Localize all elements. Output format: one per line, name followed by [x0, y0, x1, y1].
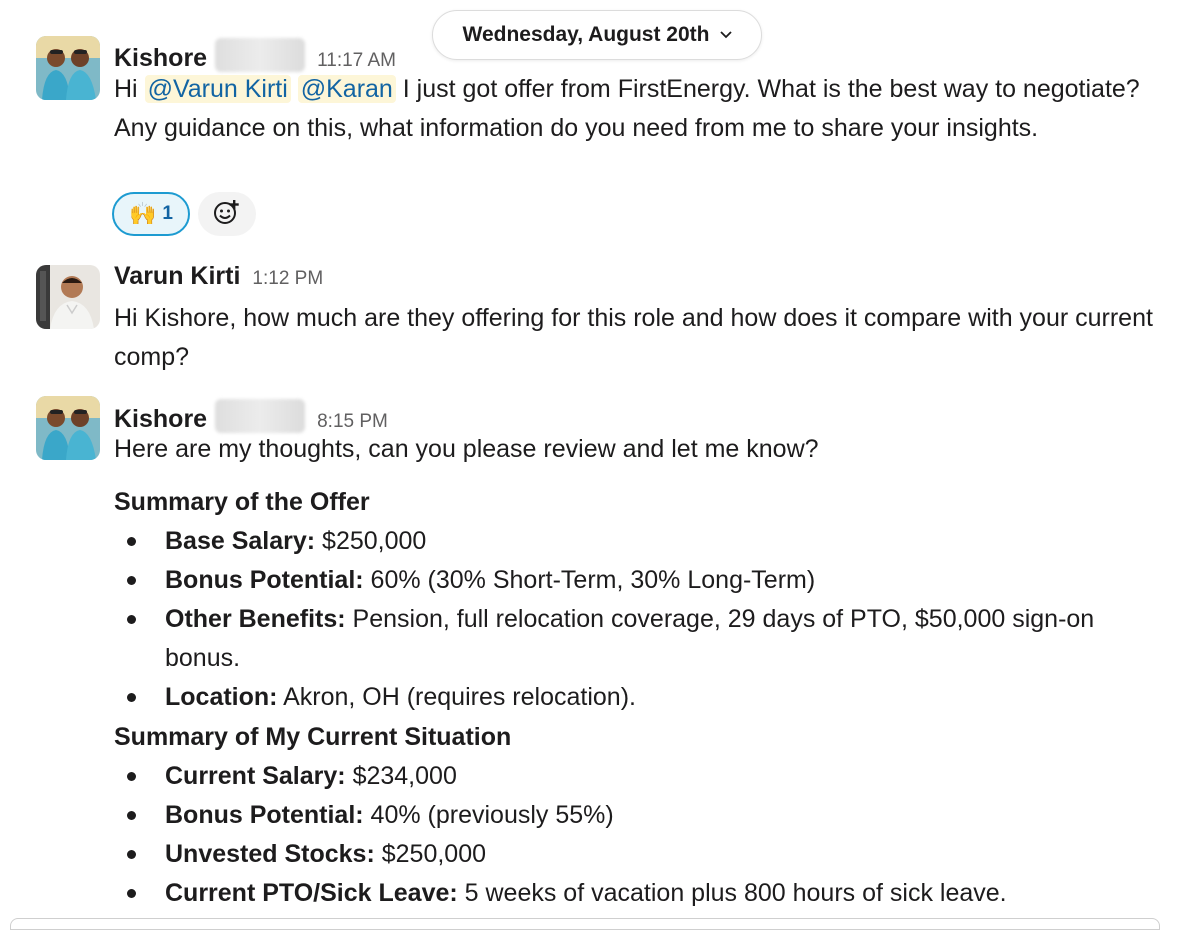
item-value: 5 weeks of vacation plus 800 hours of si…	[457, 879, 1007, 907]
redacted-surname	[215, 399, 306, 433]
list-item: Bonus Potential: 60% (30% Short-Term, 30…	[114, 561, 1164, 600]
avatar-varun-kirti[interactable]	[36, 265, 100, 329]
list-item: Unvested Stocks: $250,000	[114, 835, 1164, 874]
reaction-bar: 🙌 1	[112, 192, 256, 236]
item-value: 40% (previously 55%)	[363, 801, 614, 829]
date-divider-label: Wednesday, August 20th	[462, 23, 710, 46]
section-heading-current: Summary of My Current Situation	[114, 723, 512, 751]
redacted-surname	[215, 38, 306, 72]
add-reaction-button[interactable]	[198, 192, 256, 236]
raising-hands-emoji: 🙌	[129, 201, 157, 226]
message-author[interactable]: Varun Kirti	[114, 262, 240, 291]
section-heading-offer: Summary of the Offer	[114, 488, 370, 516]
date-divider-button[interactable]: Wednesday, August 20th	[432, 10, 762, 60]
item-value: $250,000	[374, 840, 487, 868]
list-item: Base Salary: $250,000	[114, 522, 1164, 561]
item-value: Akron, OH (requires relocation).	[277, 683, 636, 711]
message-timestamp[interactable]: 1:12 PM	[252, 268, 323, 290]
offer-list: Base Salary: $250,000 Bonus Potential: 6…	[114, 522, 1164, 717]
add-emoji-icon	[213, 198, 241, 231]
message-intro: Here are my thoughts, can you please rev…	[114, 435, 819, 463]
message-author[interactable]: Kishore	[114, 44, 207, 73]
list-item: Other Benefits: Pension, full relocation…	[114, 600, 1164, 678]
message-timestamp[interactable]: 11:17 AM	[317, 50, 396, 72]
item-label: Unvested Stocks:	[165, 840, 375, 868]
item-label: Current Salary:	[165, 762, 346, 790]
reaction-raising-hands[interactable]: 🙌 1	[112, 192, 190, 236]
message-body: Hi Kishore, how much are they offering f…	[114, 304, 1153, 371]
reaction-count: 1	[162, 203, 173, 224]
mention-karan[interactable]: @Karan	[297, 75, 396, 103]
item-value: $234,000	[345, 762, 457, 790]
item-label: Base Salary:	[165, 527, 316, 555]
chevron-down-icon	[719, 26, 732, 42]
list-item: Location: Akron, OH (requires relocation…	[114, 678, 1164, 717]
message-greeting: Hi	[114, 75, 145, 103]
current-situation-list: Current Salary: $234,000 Bonus Potential…	[114, 757, 1164, 913]
message-body: Hi @Varun Kirti @Karan I just got offer …	[114, 70, 1164, 148]
avatar-kishore[interactable]	[36, 396, 100, 460]
item-value: 60% (30% Short-Term, 30% Long-Term)	[363, 566, 816, 594]
item-label: Location:	[165, 683, 278, 711]
avatar-kishore[interactable]	[36, 36, 100, 100]
item-label: Other Benefits:	[165, 605, 346, 633]
item-label: Bonus Potential:	[165, 566, 364, 594]
item-label: Bonus Potential:	[165, 801, 364, 829]
list-item: Current Salary: $234,000	[114, 757, 1164, 796]
mention-varun-kirti[interactable]: @Varun Kirti	[144, 75, 291, 103]
list-item: Bonus Potential: 40% (previously 55%)	[114, 796, 1164, 835]
item-value: $250,000	[315, 527, 427, 555]
message-composer-edge	[10, 918, 1160, 930]
list-item: Current PTO/Sick Leave: 5 weeks of vacat…	[114, 874, 1164, 913]
item-label: Current PTO/Sick Leave:	[165, 879, 458, 907]
